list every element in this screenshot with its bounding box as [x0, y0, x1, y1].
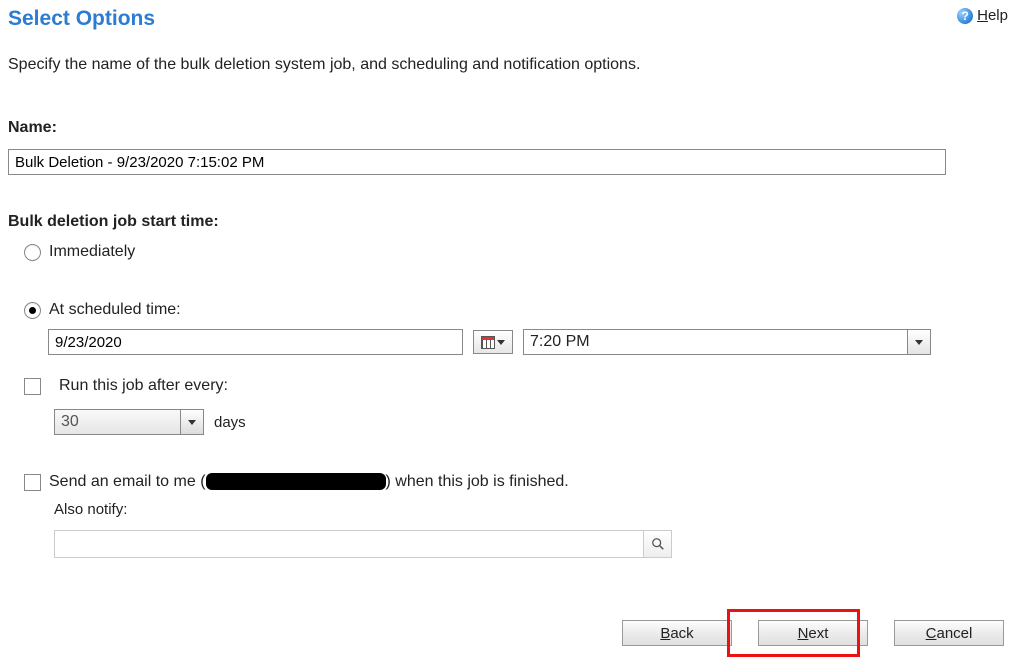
recurrence-label: Run this job after every:	[59, 377, 228, 395]
scheduled-time-value: 7:20 PM	[524, 330, 907, 354]
search-icon	[651, 537, 665, 551]
recurrence-interval-select[interactable]: 30	[54, 409, 204, 435]
calendar-button[interactable]	[473, 330, 513, 354]
next-button[interactable]: Next	[758, 620, 868, 646]
recurrence-unit-label: days	[214, 414, 246, 431]
scheduled-time-select[interactable]: 7:20 PM	[523, 329, 931, 355]
radio-immediately-label: Immediately	[49, 243, 135, 261]
cancel-button[interactable]: Cancel	[894, 620, 1004, 646]
chevron-down-icon	[497, 340, 505, 345]
job-name-input[interactable]	[8, 149, 946, 175]
email-notify-checkbox[interactable]	[24, 474, 41, 491]
page-title: Select Options	[8, 7, 155, 31]
radio-immediately[interactable]	[24, 244, 41, 261]
email-notify-label: Send an email to me () when this job is …	[49, 473, 569, 491]
lookup-button[interactable]	[644, 530, 672, 558]
redacted-email	[206, 473, 386, 490]
page-description: Specify the name of the bulk deletion sy…	[8, 56, 1008, 74]
also-notify-input[interactable]	[54, 530, 644, 558]
recurrence-interval-value: 30	[55, 410, 180, 434]
recurrence-checkbox[interactable]	[24, 378, 41, 395]
radio-scheduled-label: At scheduled time:	[49, 301, 181, 319]
help-link[interactable]: ? Help	[957, 7, 1008, 24]
calendar-icon	[481, 336, 495, 349]
back-button[interactable]: Back	[622, 620, 732, 646]
start-time-label: Bulk deletion job start time:	[8, 213, 1008, 231]
also-notify-label: Also notify:	[54, 501, 127, 518]
chevron-down-icon	[188, 420, 196, 425]
chevron-down-icon	[915, 340, 923, 345]
help-icon: ?	[957, 8, 973, 24]
radio-scheduled[interactable]	[24, 302, 41, 319]
scheduled-date-input[interactable]	[48, 329, 463, 355]
name-label: Name:	[8, 119, 1008, 137]
